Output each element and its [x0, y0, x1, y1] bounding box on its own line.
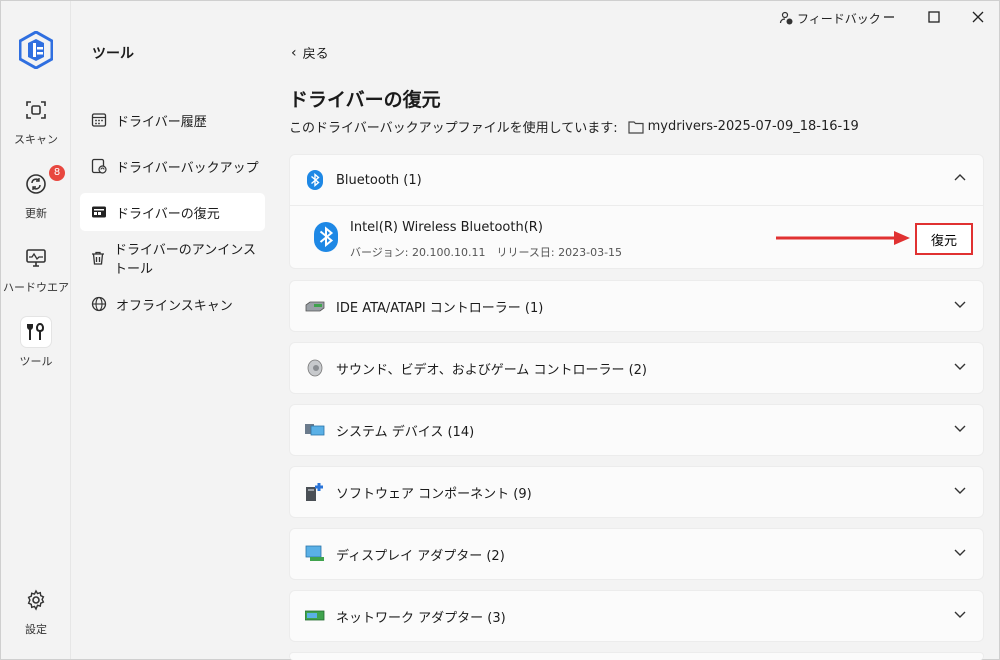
update-icon [21, 169, 51, 199]
nav-item-label: オフラインスキャン [116, 298, 233, 314]
chevron-down-icon [954, 425, 966, 432]
category-header[interactable]: ソフトウェア コンポーネント (9) [290, 467, 983, 517]
icon-rail: スキャン 8 更新 ハードウエア ツール 設定 [1, 1, 71, 659]
category-label: Bluetooth (1) [336, 172, 422, 188]
history-icon [90, 111, 108, 129]
rail-item-tools[interactable]: ツール [1, 317, 71, 381]
nav-item-label: ドライバー履歴 [116, 114, 207, 130]
category-label: IDE ATA/ATAPI コントローラー (1) [336, 300, 544, 316]
gear-icon [21, 585, 51, 615]
category-label: システム デバイス (14) [336, 424, 475, 440]
hardware-icon [21, 243, 51, 273]
folder-icon [628, 120, 644, 134]
nav-item-driver-backup[interactable]: ドライバーバックアップ [80, 147, 265, 185]
app-window: スキャン 8 更新 ハードウエア ツール 設定 ツール ドライバー履歴 ドライバ… [0, 0, 1000, 660]
bluetooth-icon [314, 222, 338, 252]
backup-file-line: このドライバーバックアップファイルを使用しています: mydrivers-202… [289, 117, 859, 136]
restore-icon [90, 203, 108, 221]
rail-item-settings[interactable]: 設定 [1, 585, 71, 649]
category-card-sound: サウンド、ビデオ、およびゲーム コントローラー (2) [289, 342, 984, 394]
main-content: ‹ 戻る ドライバーの復元 このドライバーバックアップファイルを使用しています:… [279, 1, 999, 660]
backup-file-name: mydrivers-2025-07-09_18-16-19 [647, 119, 859, 134]
ide-controller-icon [304, 295, 326, 317]
category-label: ソフトウェア コンポーネント (9) [336, 486, 532, 502]
chevron-down-icon [954, 611, 966, 618]
nav-item-offline-scan[interactable]: オフラインスキャン [80, 285, 265, 323]
driver-name: Intel(R) Wireless Bluetooth(R) [350, 220, 543, 235]
back-button[interactable]: ‹ 戻る [291, 43, 329, 63]
update-count-badge: 8 [49, 165, 65, 181]
rail-item-update[interactable]: 8 更新 [1, 165, 71, 233]
category-header[interactable]: ネットワーク アダプター (3) [290, 591, 983, 641]
category-card-software-components: ソフトウェア コンポーネント (9) [289, 466, 984, 518]
back-label: 戻る [302, 47, 329, 62]
chevron-up-icon [954, 174, 966, 181]
category-card-display-adapters: ディスプレイ アダプター (2) [289, 528, 984, 580]
category-header[interactable]: ディスプレイ アダプター (2) [290, 529, 983, 579]
driver-version-date: バージョン: 20.100.10.11 リリース日: 2023-03-15 [350, 246, 623, 259]
rail-label: スキャン [14, 133, 58, 146]
tools-nav-panel: ツール ドライバー履歴 ドライバーバックアップ ドライバーの復元 ドライバーのア… [72, 1, 279, 659]
restore-button[interactable]: 復元 [915, 223, 973, 255]
scan-icon [21, 95, 51, 125]
backup-icon [90, 157, 108, 175]
category-card-ide: IDE ATA/ATAPI コントローラー (1) [289, 280, 984, 332]
category-label: ディスプレイ アダプター (2) [336, 548, 505, 564]
nav-item-label: ドライバーの復元 [116, 206, 220, 222]
globe-icon [90, 295, 108, 313]
rail-label: 更新 [25, 207, 47, 220]
nav-title: ツール [92, 46, 134, 62]
category-label: ネットワーク アダプター (3) [336, 610, 506, 626]
chevron-down-icon [954, 549, 966, 556]
trash-icon [90, 249, 106, 267]
nav-item-driver-history[interactable]: ドライバー履歴 [80, 101, 265, 139]
category-card-bluetooth: Bluetooth (1) Intel(R) Wireless Bluetoot… [289, 154, 984, 269]
speaker-icon [304, 357, 326, 379]
rail-item-scan[interactable]: スキャン [1, 95, 71, 159]
rail-item-hardware[interactable]: ハードウエア [1, 243, 71, 307]
driver-row: Intel(R) Wireless Bluetooth(R) バージョン: 20… [290, 205, 983, 268]
rail-label: 設定 [25, 623, 47, 636]
category-header[interactable]: サウンド、ビデオ、およびゲーム コントローラー (2) [290, 343, 983, 393]
nav-item-label: ドライバーのアンインストール [114, 243, 256, 277]
category-label: サウンド、ビデオ、およびゲーム コントローラー (2) [336, 362, 647, 378]
category-header[interactable]: Bluetooth (1) [290, 155, 983, 205]
backup-file-prefix: このドライバーバックアップファイルを使用しています: [289, 121, 618, 136]
app-logo-icon [19, 31, 53, 69]
system-device-icon [304, 419, 326, 441]
category-header[interactable]: システム デバイス (14) [290, 405, 983, 455]
annotation-arrow-icon [776, 231, 910, 245]
network-adapter-icon [304, 605, 326, 627]
nav-item-driver-uninstall[interactable]: ドライバーのアンインストール [80, 239, 265, 277]
page-title: ドライバーの復元 [289, 89, 441, 111]
chevron-left-icon: ‹ [291, 44, 297, 61]
chevron-down-icon [954, 487, 966, 494]
category-card-partial [289, 652, 984, 660]
category-card-system-devices: システム デバイス (14) [289, 404, 984, 456]
rail-label: ツール [19, 355, 53, 368]
chevron-down-icon [954, 363, 966, 370]
nav-item-driver-restore[interactable]: ドライバーの復元 [80, 193, 265, 231]
nav-item-label: ドライバーバックアップ [116, 160, 259, 176]
category-card-network-adapters: ネットワーク アダプター (3) [289, 590, 984, 642]
rail-label: ハードウエア [3, 281, 69, 294]
tools-icon [21, 317, 51, 347]
software-component-icon [304, 481, 326, 503]
category-header[interactable]: IDE ATA/ATAPI コントローラー (1) [290, 281, 983, 331]
chevron-down-icon [954, 301, 966, 308]
display-adapter-icon [304, 543, 326, 565]
bluetooth-icon [304, 169, 326, 191]
